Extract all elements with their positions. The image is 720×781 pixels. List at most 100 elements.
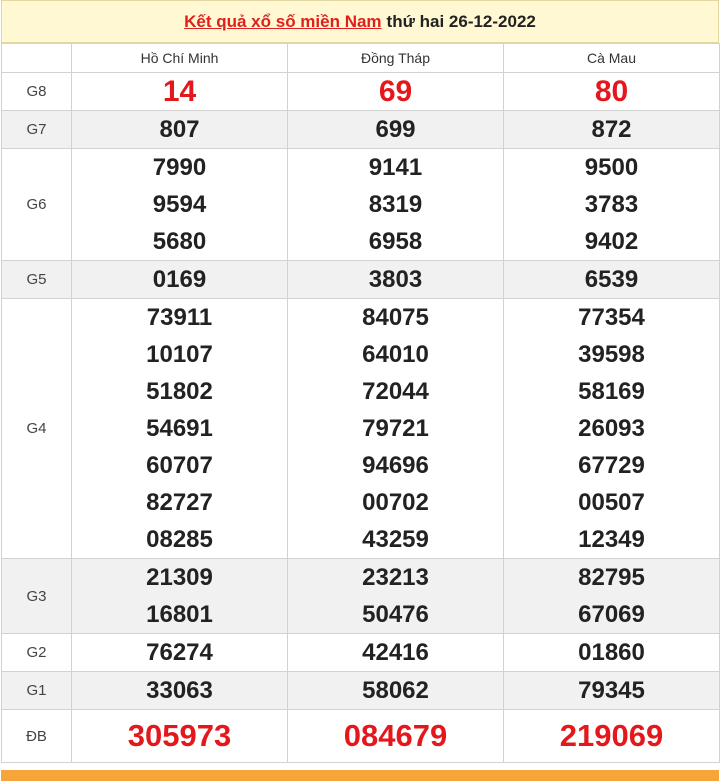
prize-number: 0169 xyxy=(152,266,207,293)
prize-number: 12349 xyxy=(578,526,645,553)
prize-cell: 33063 xyxy=(71,671,288,710)
prize-label: ĐB xyxy=(1,709,72,763)
results-date: thứ hai 26-12-2022 xyxy=(386,11,536,31)
prize-row: G1 33063 58062 79345 xyxy=(1,671,720,710)
prize-number: 50476 xyxy=(362,601,429,628)
prize-row: G6 7990 9594 5680 9141 8319 6958 9500 3783 9402 xyxy=(1,148,720,261)
prize-number: 42416 xyxy=(362,639,429,666)
prize-number: 79345 xyxy=(578,677,645,704)
prize-cell: 7990 9594 5680 xyxy=(71,148,288,261)
prize-number: 3803 xyxy=(368,266,423,293)
prize-label: G1 xyxy=(1,671,72,710)
bottom-stripe xyxy=(1,770,719,781)
prize-number: 7990 xyxy=(152,154,207,181)
prize-label: G2 xyxy=(1,633,72,672)
prize-label: G7 xyxy=(1,110,72,149)
prize-number: 80 xyxy=(594,75,629,108)
prize-number: 5680 xyxy=(152,228,207,255)
prize-cell: 84075 64010 72044 79721 94696 00702 43259 xyxy=(287,298,504,559)
prize-number: 699 xyxy=(375,116,416,143)
prize-number: 6958 xyxy=(368,228,423,255)
prize-number: 9500 xyxy=(584,154,639,181)
results-title-link[interactable]: Kết quả xổ số miền Nam xyxy=(184,12,381,32)
results-header: Kết quả xổ số miền Nam thứ hai 26-12-202… xyxy=(1,0,719,43)
prize-number: 01860 xyxy=(578,639,645,666)
prize-number: 084679 xyxy=(343,718,448,753)
prize-cell: 3803 xyxy=(287,260,504,299)
prize-number: 6539 xyxy=(584,266,639,293)
prize-row: G5 0169 3803 6539 xyxy=(1,260,720,299)
prize-number: 60707 xyxy=(146,452,213,479)
prize-number: 82795 xyxy=(578,564,645,591)
prize-number: 219069 xyxy=(559,718,664,753)
prize-number: 43259 xyxy=(362,526,429,553)
prize-number: 33063 xyxy=(146,677,213,704)
prize-label: G3 xyxy=(1,558,72,634)
prize-number: 10107 xyxy=(146,341,213,368)
prize-cell: 58062 xyxy=(287,671,504,710)
prize-number: 26093 xyxy=(578,415,645,442)
prize-row: G8 14 69 80 xyxy=(1,72,720,111)
prize-cell: 79345 xyxy=(503,671,720,710)
prize-label: G5 xyxy=(1,260,72,299)
prize-row: G7 807 699 872 xyxy=(1,110,720,149)
province-name[interactable]: Hồ Chí Minh xyxy=(71,43,288,73)
prize-number: 23213 xyxy=(362,564,429,591)
prize-cell: 69 xyxy=(287,72,504,111)
prize-label: G6 xyxy=(1,148,72,261)
prize-number: 39598 xyxy=(578,341,645,368)
prize-cell: 219069 xyxy=(503,709,720,763)
prize-cell: 23213 50476 xyxy=(287,558,504,634)
prize-number: 69 xyxy=(378,75,413,108)
prize-number: 82727 xyxy=(146,489,213,516)
prize-number: 79721 xyxy=(362,415,429,442)
prize-number: 16801 xyxy=(146,601,213,628)
prize-cell: 77354 39598 58169 26093 67729 00507 12349 xyxy=(503,298,720,559)
prize-cell: 305973 xyxy=(71,709,288,763)
prize-number: 72044 xyxy=(362,378,429,405)
province-name[interactable]: Đồng Tháp xyxy=(287,43,504,73)
prize-number: 94696 xyxy=(362,452,429,479)
prize-number: 8319 xyxy=(368,191,423,218)
prize-row: G4 73911 10107 51802 54691 60707 82727 08285 840… xyxy=(1,298,720,559)
prize-number: 54691 xyxy=(146,415,213,442)
prize-number: 51802 xyxy=(146,378,213,405)
prize-number: 872 xyxy=(591,116,632,143)
prize-cell: 084679 xyxy=(287,709,504,763)
prize-rows: G8 14 69 80 G7 807 699 872 G6 7990 9594 5680 9141 831… xyxy=(1,72,720,763)
prize-cell: 76274 xyxy=(71,633,288,672)
prize-number: 305973 xyxy=(127,718,232,753)
province-header-row: Hồ Chí Minh Đồng Tháp Cà Mau xyxy=(1,43,720,73)
prize-cell: 82795 67069 xyxy=(503,558,720,634)
prize-number: 58169 xyxy=(578,378,645,405)
prize-number: 807 xyxy=(159,116,200,143)
prize-cell: 42416 xyxy=(287,633,504,672)
prize-cell: 73911 10107 51802 54691 60707 82727 08285 xyxy=(71,298,288,559)
prize-cell: 807 xyxy=(71,110,288,149)
prize-cell: 872 xyxy=(503,110,720,149)
prize-cell: 0169 xyxy=(71,260,288,299)
prize-number: 67069 xyxy=(578,601,645,628)
prize-number: 21309 xyxy=(146,564,213,591)
prize-cell: 80 xyxy=(503,72,720,111)
prize-cell: 699 xyxy=(287,110,504,149)
prize-number: 00507 xyxy=(578,489,645,516)
prize-number: 14 xyxy=(162,75,197,108)
prize-number: 67729 xyxy=(578,452,645,479)
prize-label: G8 xyxy=(1,72,72,111)
prize-number: 9141 xyxy=(368,154,423,181)
prize-cell: 01860 xyxy=(503,633,720,672)
prize-number: 76274 xyxy=(146,639,213,666)
prize-row: G3 21309 16801 23213 50476 82795 67069 xyxy=(1,558,720,634)
province-name[interactable]: Cà Mau xyxy=(503,43,720,73)
prize-cell: 9500 3783 9402 xyxy=(503,148,720,261)
prize-number: 3783 xyxy=(584,191,639,218)
prize-number: 64010 xyxy=(362,341,429,368)
header-corner-cell xyxy=(1,43,72,73)
prize-number: 84075 xyxy=(362,304,429,331)
prize-number: 73911 xyxy=(146,304,213,331)
prize-cell: 14 xyxy=(71,72,288,111)
prize-cell: 9141 8319 6958 xyxy=(287,148,504,261)
lottery-results-widget: Kết quả xổ số miền Nam thứ hai 26-12-202… xyxy=(1,0,720,781)
prize-number: 08285 xyxy=(146,526,213,553)
